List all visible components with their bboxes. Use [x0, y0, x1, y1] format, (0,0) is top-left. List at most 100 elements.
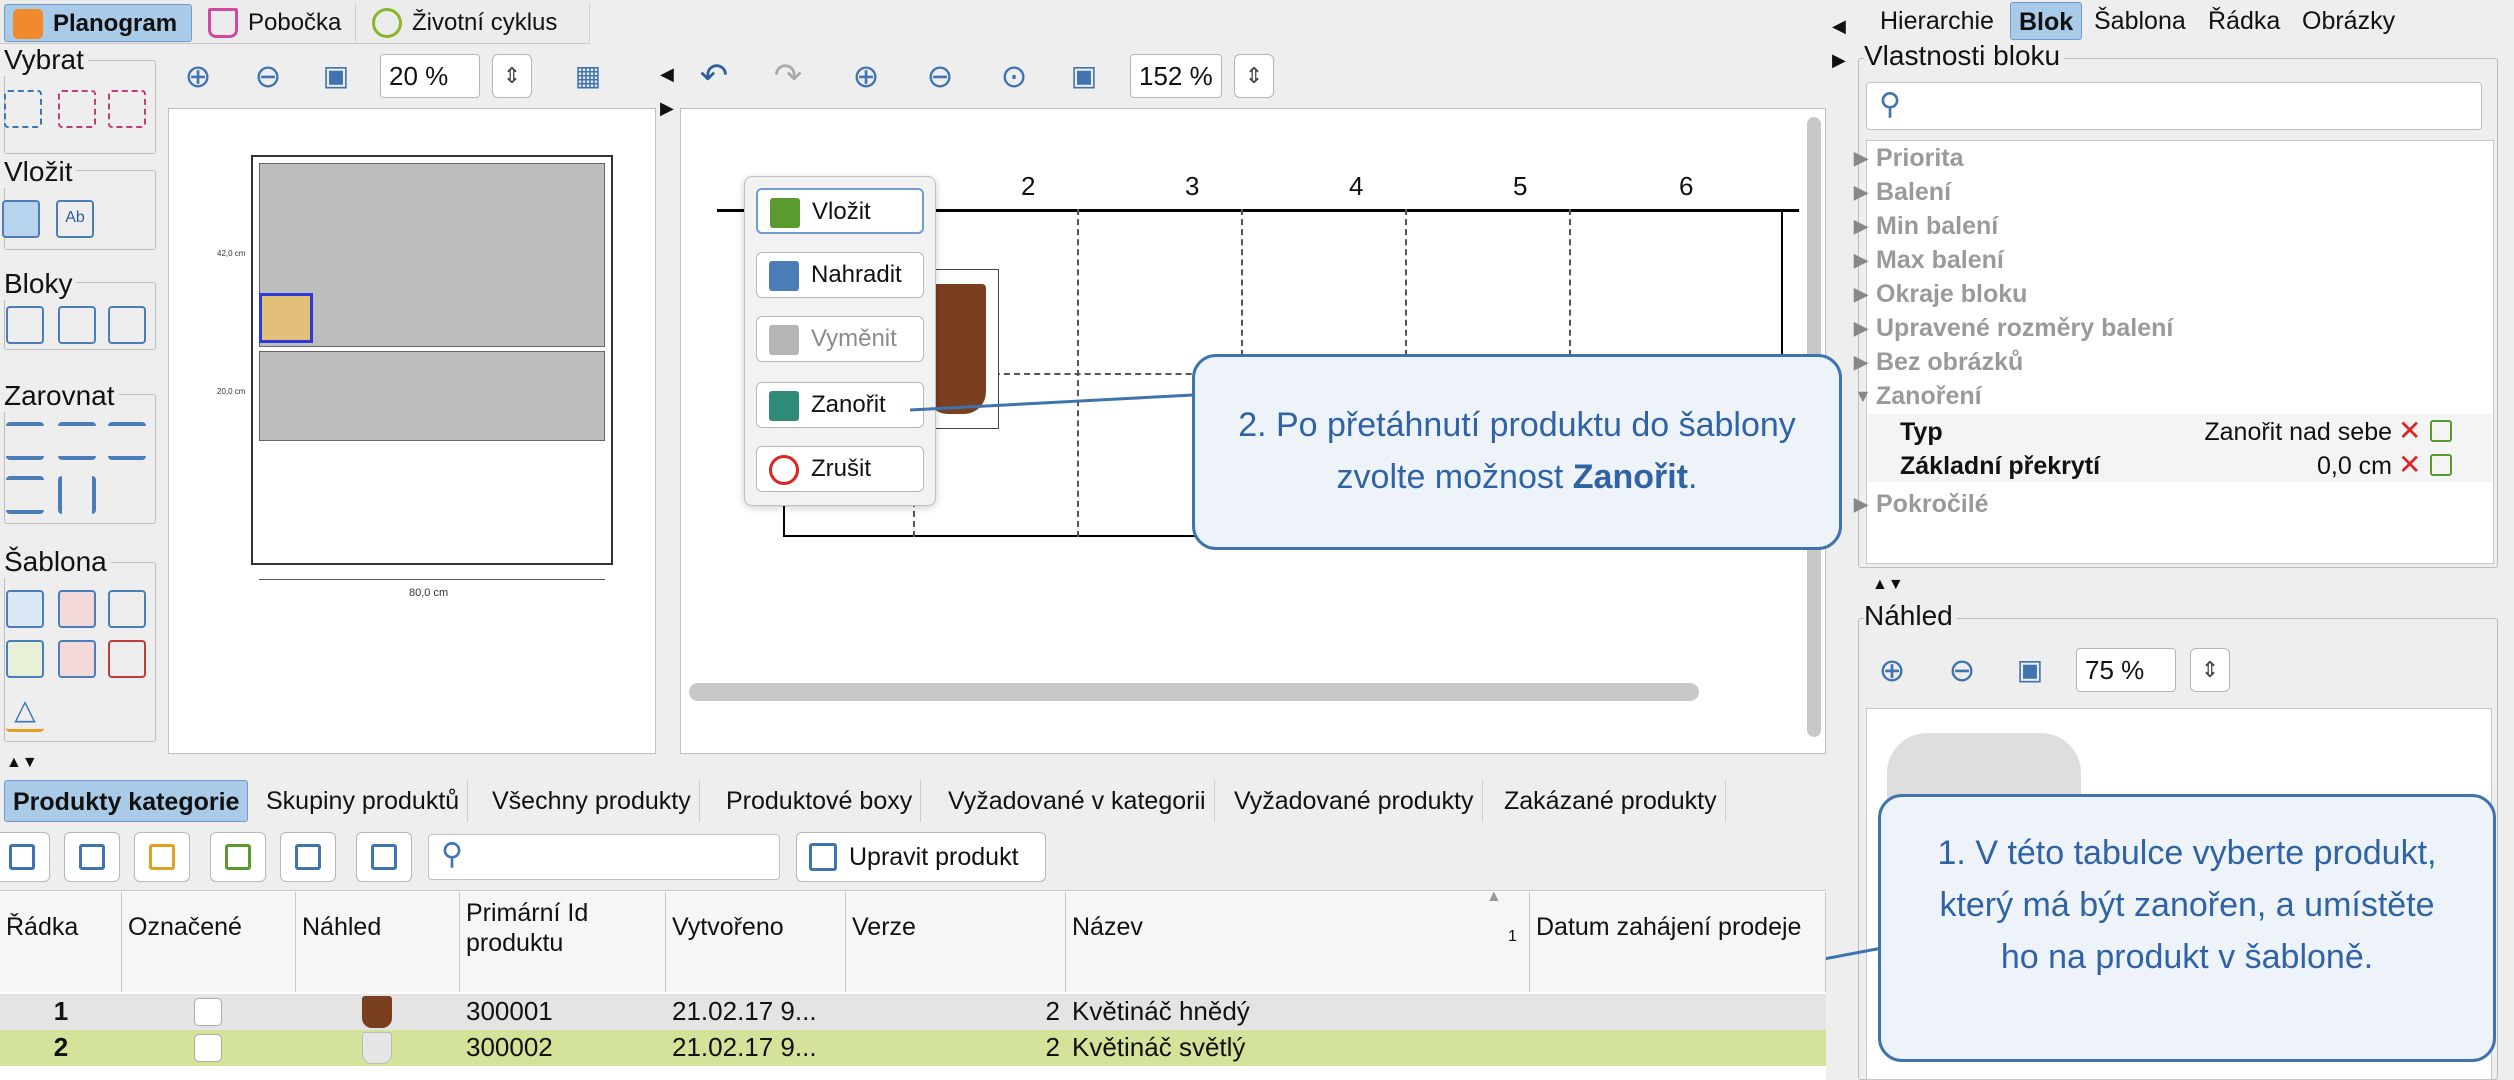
prop-priorita[interactable]: Priorita: [1854, 144, 1963, 173]
tab-sablona[interactable]: Šablona: [2086, 2, 2194, 40]
properties-search-input[interactable]: ⚲: [1866, 82, 2482, 130]
tab-pobocka[interactable]: Pobočka: [200, 4, 356, 42]
tab-zivotni-cyklus[interactable]: Životní cyklus: [364, 4, 590, 42]
product-search-input[interactable]: ⚲: [428, 834, 780, 880]
template-add-icon[interactable]: [6, 590, 44, 628]
col-verze[interactable]: Verze: [846, 892, 1066, 992]
prop-min-baleni[interactable]: Min balení: [1854, 212, 1998, 241]
preview-zoom-field[interactable]: 75 %: [2076, 648, 2176, 692]
align-right-icon[interactable]: [108, 422, 146, 460]
tab-radka[interactable]: Řádka: [2200, 2, 2288, 40]
col-nahled[interactable]: Náhled: [296, 892, 460, 992]
zoom-fit-icon[interactable]: ▣: [316, 56, 356, 96]
tab-produktove-boxy[interactable]: Produktové boxy: [718, 780, 922, 822]
template-remove-row-icon[interactable]: [58, 640, 96, 678]
uncheck-all-icon[interactable]: [64, 832, 120, 882]
zoom-in-icon[interactable]: ⊕: [178, 56, 218, 96]
check-all-icon[interactable]: [0, 832, 50, 882]
zoom-fit-icon[interactable]: ▣: [1064, 56, 1104, 96]
select-icon[interactable]: [4, 90, 42, 128]
clipboard-icon[interactable]: [356, 832, 412, 882]
col-radka[interactable]: Řádka: [0, 892, 122, 992]
prekryti-value[interactable]: 0,0 cm: [2230, 452, 2392, 481]
select-grid-icon[interactable]: [58, 90, 96, 128]
collapse-right-icon[interactable]: ▶: [660, 98, 674, 119]
col-oznacene[interactable]: Označené: [122, 892, 296, 992]
export-image-icon[interactable]: ▦: [568, 56, 608, 96]
align-center-icon[interactable]: [58, 422, 96, 460]
editor-zoom-field[interactable]: 152 %: [1130, 54, 1222, 98]
tab-vyzadovane-produkty[interactable]: Vyžadované produkty: [1226, 780, 1483, 822]
redo-icon[interactable]: ↷: [768, 56, 808, 96]
col-vytvoreno[interactable]: Vytvořeno: [666, 892, 846, 992]
menu-zrusit-button[interactable]: Zrušit: [756, 446, 924, 492]
insert-product-icon[interactable]: [2, 200, 40, 238]
row-checkbox[interactable]: [194, 1034, 222, 1062]
copy-icon[interactable]: [2430, 420, 2452, 442]
expand-icon[interactable]: ▶: [1832, 50, 1846, 71]
zoom-out-icon[interactable]: ⊖: [248, 56, 288, 96]
split-up-icon[interactable]: ▲▼: [1872, 576, 1904, 594]
prop-baleni[interactable]: Balení: [1854, 178, 1951, 207]
prop-upravene-rozmery[interactable]: Upravené rozměry balení: [1854, 314, 2173, 343]
zoom-out-icon[interactable]: ⊖: [920, 56, 960, 96]
template-add-row-icon[interactable]: [6, 640, 44, 678]
product-light-pot[interactable]: [259, 293, 313, 343]
edit-product-button[interactable]: Upravit produkt: [796, 832, 1046, 882]
col-nazev[interactable]: Název: [1066, 892, 1530, 992]
typ-value[interactable]: Zanořit nad sebe: [2170, 418, 2392, 447]
menu-zanorit-button[interactable]: Zanořit: [756, 382, 924, 428]
mirror-icon[interactable]: △: [6, 694, 44, 732]
zoom-out-icon[interactable]: ⊖: [1942, 650, 1982, 690]
zoom-in-icon[interactable]: ⊕: [1872, 650, 1912, 690]
insert-text-icon[interactable]: Ab: [56, 200, 94, 238]
help-icon[interactable]: [134, 832, 190, 882]
zoom-in-icon[interactable]: ⊕: [846, 56, 886, 96]
zoom-actual-icon[interactable]: ⊙: [994, 56, 1034, 96]
tab-obrazky[interactable]: Obrázky: [2294, 2, 2403, 40]
menu-vlozit-button[interactable]: Vložit: [756, 188, 924, 234]
list-icon[interactable]: [280, 832, 336, 882]
template-remove-icon[interactable]: [58, 590, 96, 628]
align-left-icon[interactable]: [6, 422, 44, 460]
zoom-fit-icon[interactable]: ▣: [2010, 650, 2050, 690]
col-primarni-id[interactable]: Primární Id produktu: [460, 892, 666, 992]
tab-zakazane-produkty[interactable]: Zakázané produkty: [1496, 780, 1726, 822]
menu-nahradit-button[interactable]: Nahradit: [756, 252, 924, 298]
overview-zoom-spinner[interactable]: ⇕: [492, 54, 532, 98]
collapse-icon[interactable]: ◀: [1832, 16, 1846, 37]
split-up-icon[interactable]: ▲▼: [6, 754, 38, 772]
undo-icon[interactable]: ↶: [694, 56, 734, 96]
tab-planogram[interactable]: Planogram: [4, 4, 192, 42]
block-edit-icon[interactable]: [108, 306, 146, 344]
clear-icon[interactable]: ✕: [2398, 448, 2421, 481]
clear-icon[interactable]: ✕: [2398, 414, 2421, 447]
prop-max-baleni[interactable]: Max balení: [1854, 246, 2004, 275]
col-datum-zahajeni[interactable]: Datum zahájení prodeje: [1530, 892, 1826, 992]
overview-zoom-field[interactable]: 20 %: [380, 54, 480, 98]
image-icon[interactable]: [210, 832, 266, 882]
block-add-icon[interactable]: [6, 306, 44, 344]
collapse-left-icon[interactable]: ◀: [660, 64, 674, 85]
preview-zoom-spinner[interactable]: ⇕: [2190, 648, 2230, 692]
menu-vymenit-button[interactable]: Vyměnit: [756, 316, 924, 362]
block-move-icon[interactable]: [58, 306, 96, 344]
select-shelf-icon[interactable]: [108, 90, 146, 128]
horizontal-scrollbar[interactable]: [689, 683, 1699, 701]
tab-blok[interactable]: Blok: [2010, 2, 2083, 40]
tab-vyzadovane-v-kategorii[interactable]: Vyžadované v kategorii: [940, 780, 1215, 822]
shelf-middle[interactable]: [259, 351, 605, 441]
copy-icon[interactable]: [2430, 454, 2452, 476]
align-justify-icon[interactable]: [6, 476, 44, 514]
row-checkbox[interactable]: [194, 998, 222, 1026]
prop-zanoreni[interactable]: Zanoření: [1854, 382, 1981, 411]
align-columns-icon[interactable]: [58, 476, 96, 514]
tab-produkty-kategorie[interactable]: Produkty kategorie: [4, 780, 249, 822]
template-delete-icon[interactable]: [108, 640, 146, 678]
editor-zoom-spinner[interactable]: ⇕: [1234, 54, 1274, 98]
tab-vsechny-produkty[interactable]: Všechny produkty: [484, 780, 700, 822]
tab-hierarchie[interactable]: Hierarchie: [1872, 2, 2002, 40]
tab-skupiny-produktu[interactable]: Skupiny produktů: [258, 780, 469, 822]
prop-pokrocile[interactable]: Pokročilé: [1854, 490, 1988, 519]
prop-okraje-bloku[interactable]: Okraje bloku: [1854, 280, 2028, 309]
